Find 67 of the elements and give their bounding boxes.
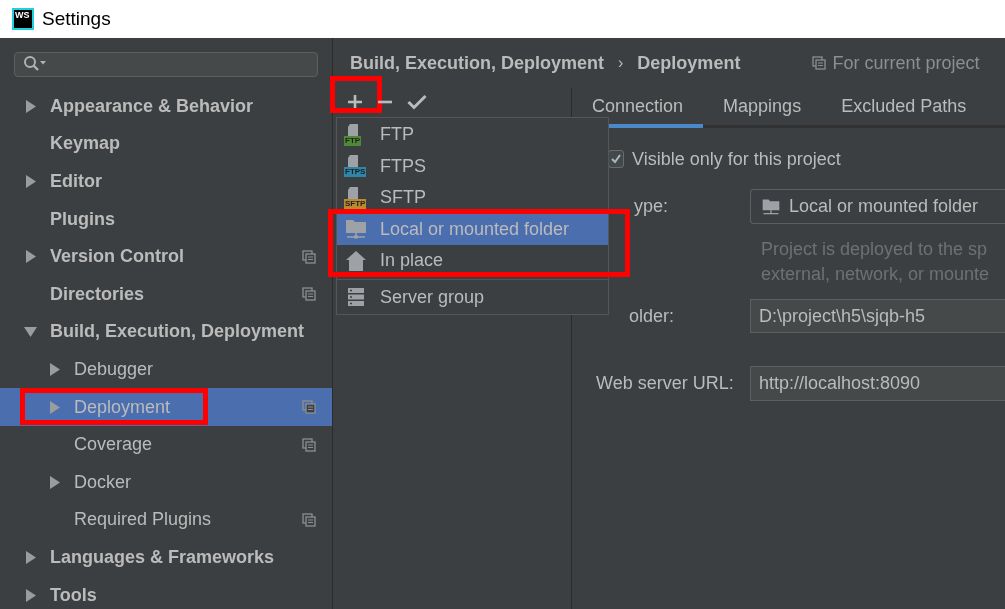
window-title: Settings <box>42 6 111 31</box>
tree-item[interactable]: Version Control <box>0 237 332 276</box>
tree-item[interactable]: Directories <box>0 275 332 314</box>
document-icon <box>348 155 358 168</box>
collapsed-arrow-icon[interactable] <box>24 175 37 188</box>
tree-item-label: Editor <box>50 170 102 193</box>
menu-item[interactable]: FTPS FTPS <box>337 150 608 182</box>
field-label: older: <box>628 304 676 328</box>
tree-item-label: Keymap <box>50 132 121 156</box>
field-label: Web server URL: <box>596 372 735 395</box>
copy-icon <box>812 56 827 70</box>
tree-item-label: Directories <box>50 282 145 306</box>
tree-item[interactable]: Coverage <box>0 425 332 464</box>
tree-item[interactable]: Appearance & Behavior <box>0 87 332 126</box>
tree-item-label: Version Control <box>50 245 184 269</box>
document-icon <box>348 123 358 136</box>
tab[interactable]: Connection <box>572 88 704 128</box>
scope-label: For current project <box>832 51 980 75</box>
url-field[interactable]: http://localhost:8090 <box>750 366 1005 401</box>
tree-item[interactable]: Plugins <box>0 200 332 238</box>
tree-item[interactable]: Keymap <box>0 125 332 163</box>
tree-item[interactable]: Tools <box>0 576 332 609</box>
menu-item[interactable]: In place <box>337 245 608 277</box>
breadcrumb-parent[interactable]: Build, Execution, Deployment <box>350 49 605 77</box>
network-folder-icon <box>344 218 368 241</box>
menu-item[interactable]: SFTP SFTP <box>337 182 608 214</box>
tree-item-label: Required Plugins <box>74 508 212 532</box>
menu-item[interactable]: Server group <box>337 281 608 313</box>
check-icon[interactable] <box>407 94 427 110</box>
tree-item-label: Deployment <box>74 395 171 419</box>
collapsed-arrow-icon[interactable] <box>24 550 37 564</box>
tree-item-label: Appearance & Behavior <box>50 94 254 118</box>
type-dropdown[interactable]: Local or mounted folder <box>750 189 1005 224</box>
tree-item-label: Build, Execution, Deployment <box>50 320 305 344</box>
tree-item-label: Docker <box>74 470 131 494</box>
tree-item-label: Tools <box>50 583 97 607</box>
tree-item-label: Debugger <box>74 357 154 381</box>
tree-item[interactable]: Required Plugins <box>0 501 332 539</box>
field-label: ype: <box>633 195 670 218</box>
collapsed-arrow-icon[interactable] <box>48 362 61 376</box>
home-icon <box>344 249 368 272</box>
tab[interactable]: Excluded Paths <box>821 88 987 128</box>
collapsed-arrow-icon[interactable] <box>24 99 37 113</box>
tree-item-label: Coverage <box>74 433 153 457</box>
tree-item[interactable]: Debugger <box>0 350 332 389</box>
add-icon[interactable] <box>347 94 363 110</box>
collapsed-arrow-icon[interactable] <box>24 250 37 264</box>
tree-item-label: Plugins <box>50 207 115 231</box>
app-logo: WS <box>12 8 34 30</box>
tree-item[interactable]: Docker <box>0 463 332 502</box>
tree-item[interactable]: Languages & Frameworks <box>0 538 332 577</box>
expanded-arrow-icon[interactable] <box>24 325 37 339</box>
collapsed-arrow-icon[interactable] <box>48 475 61 489</box>
breadcrumb-separator: › <box>618 53 624 73</box>
tab[interactable]: Mappings <box>703 88 822 128</box>
folder-field[interactable]: D:\project\h5\sjqb-h5 <box>750 299 1005 333</box>
checkbox-label: Visible only for this project <box>632 147 841 171</box>
tree-item[interactable]: Editor <box>0 162 332 201</box>
protocol-badge: FTP <box>344 135 362 146</box>
search-field[interactable] <box>14 52 318 77</box>
tree-item-label: Languages & Frameworks <box>50 545 275 569</box>
collapsed-arrow-icon[interactable] <box>24 588 37 602</box>
breadcrumb-current: Deployment <box>637 51 741 75</box>
protocol-badge: FTPS <box>344 167 367 178</box>
protocol-badge: SFTP <box>344 198 367 209</box>
tree-item[interactable]: Build, Execution, Deployment <box>0 313 332 351</box>
document-icon <box>348 186 358 199</box>
